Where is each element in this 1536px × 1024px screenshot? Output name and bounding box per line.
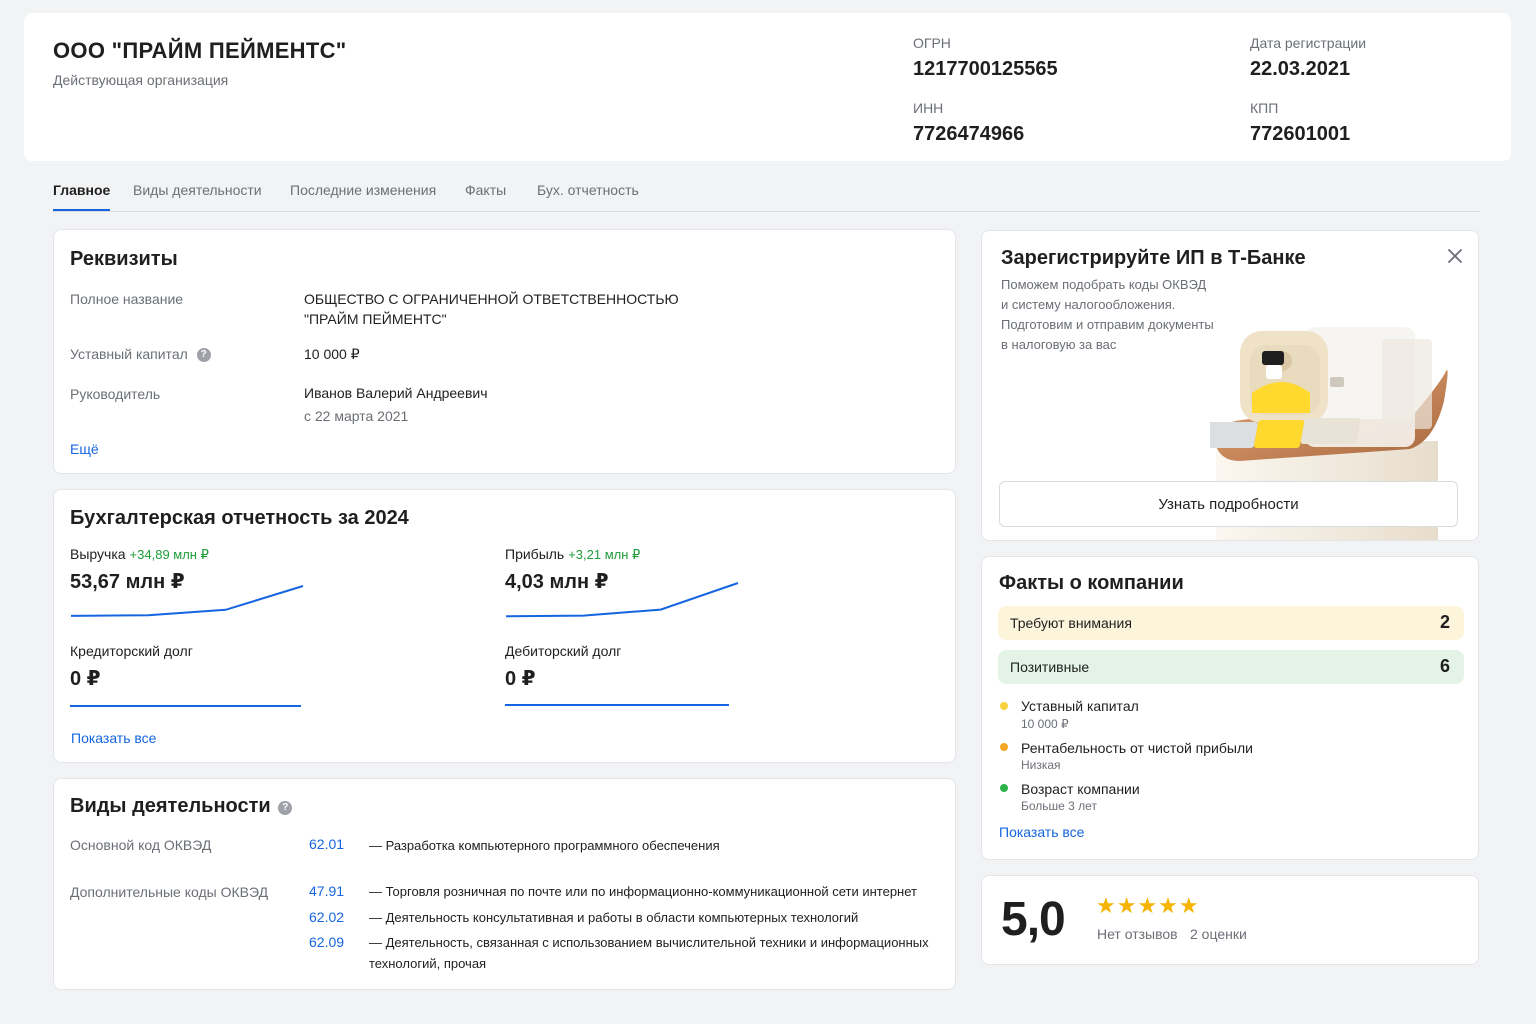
requisites-more-link[interactable]: Ещё — [70, 441, 99, 457]
attention-label: Требуют внимания — [1010, 615, 1132, 631]
okved-code[interactable]: 62.01 — [309, 836, 344, 852]
inn-label: ИНН — [913, 100, 944, 116]
accounting-title: Бухгалтерская отчетность за 2024 — [70, 507, 409, 529]
promo-text-line2: и систему налогообложения. — [1001, 297, 1176, 312]
promo-text: Поможем подобрать коды ОКВЭД и систему н… — [1001, 275, 1241, 355]
requisites-title: Реквизиты — [70, 248, 178, 270]
reviews-link[interactable]: Нет отзывов — [1097, 926, 1178, 942]
fact-dot — [1000, 702, 1008, 710]
ogrn-value: 1217700125565 — [913, 58, 1058, 80]
activities-title: Виды деятельности ? — [70, 795, 293, 818]
tab-bar: Главное Виды деятельности Последние изме… — [53, 176, 1480, 212]
revenue-delta: +34,89 млн ₽ — [129, 547, 209, 562]
okved-desc: — Разработка компьютерного программного … — [369, 838, 720, 853]
attention-count: 2 — [1439, 612, 1450, 632]
positive-facts-bar[interactable]: Позитивные 6 — [998, 650, 1464, 684]
help-icon[interactable]: ? — [278, 801, 293, 815]
accounting-card: Бухгалтерская отчетность за 2024 Выручка… — [53, 489, 956, 763]
profit-trend-line — [505, 582, 739, 618]
full-name-label: Полное название — [70, 291, 184, 307]
capital-label: Уставный капитал ? — [70, 346, 211, 363]
kpp-value: 772601001 — [1250, 123, 1351, 145]
learn-more-button[interactable]: Узнать подробности — [999, 481, 1458, 527]
full-name-value: ОБЩЕСТВО С ОГРАНИЧЕННОЙ ОТВЕТСТВЕННОСТЬЮ… — [304, 289, 679, 329]
positive-label: Позитивные — [1010, 659, 1090, 675]
revenue-label-text: Выручка — [70, 546, 126, 562]
activities-card: Виды деятельности ? Основной код ОКВЭД 6… — [53, 778, 956, 990]
inn-value: 7726474966 — [913, 123, 1025, 145]
capital-value: 10 000 ₽ — [304, 346, 360, 362]
star-icon: ★★★★★ — [1096, 893, 1200, 918]
positive-count: 6 — [1439, 656, 1450, 676]
rating-value: 5,0 — [1001, 893, 1066, 946]
fact-title: Уставный капитал — [1021, 698, 1139, 714]
revenue-trend-line — [70, 585, 304, 617]
promo-text-line3: Подготовим и отправим документы — [1001, 317, 1214, 332]
director-since: с 22 марта 2021 — [304, 408, 409, 424]
okved-code[interactable]: 62.02 — [309, 909, 344, 925]
ratings-count: 2 оценки — [1190, 926, 1247, 942]
fact-title: Возраст компании — [1021, 781, 1140, 797]
tab-activities[interactable]: Виды деятельности — [133, 182, 262, 198]
facts-show-all-link[interactable]: Показать все — [999, 824, 1084, 840]
promo-card: Зарегистрируйте ИП в Т-Банке Поможем под… — [981, 230, 1479, 541]
promo-title: Зарегистрируйте ИП в Т-Банке — [1001, 247, 1306, 269]
company-name: ООО "ПРАЙМ ПЕЙМЕНТС" — [53, 38, 347, 63]
fact-sub: Больше 3 лет — [1021, 799, 1097, 813]
fact-title: Рентабельность от чистой прибыли — [1021, 740, 1253, 756]
attention-facts-bar[interactable]: Требуют внимания 2 — [998, 606, 1464, 640]
promo-text-line4: в налоговую за вас — [1001, 337, 1117, 352]
reg-date-label: Дата регистрации — [1250, 35, 1367, 51]
payables-label: Кредиторский долг — [70, 643, 193, 659]
kpp-label: КПП — [1250, 100, 1279, 116]
okved-code[interactable]: 62.09 — [309, 934, 344, 950]
accounting-show-all-link[interactable]: Показать все — [71, 730, 156, 746]
director-name[interactable]: Иванов Валерий Андреевич — [304, 383, 488, 403]
company-status: Действующая организация — [53, 72, 229, 88]
profit-sparkline — [505, 582, 739, 618]
revenue-sparkline — [70, 585, 304, 617]
okved-desc: — Деятельность консультативная и работы … — [369, 910, 859, 925]
full-name-line2: "ПРАЙМ ПЕЙМЕНТС" — [304, 311, 447, 327]
tab-main[interactable]: Главное — [53, 182, 111, 211]
okved-desc: — Торговля розничная по почте или по инф… — [369, 884, 917, 899]
fact-sub: Низкая — [1021, 758, 1061, 772]
profit-delta: +3,21 млн ₽ — [568, 547, 641, 562]
close-icon[interactable] — [1444, 245, 1466, 267]
company-header: ООО "ПРАЙМ ПЕЙМЕНТС" Действующая организ… — [24, 13, 1511, 161]
capital-label-text: Уставный капитал — [70, 346, 188, 362]
okved-desc: — Деятельность, связанная с использовани… — [369, 932, 929, 974]
receivables-label: Дебиторский долг — [505, 643, 622, 659]
main-okved-label: Основной код ОКВЭД — [70, 837, 212, 853]
tab-facts[interactable]: Факты — [465, 182, 506, 198]
extra-okved-label: Дополнительные коды ОКВЭД — [70, 884, 269, 900]
fact-dot — [1000, 743, 1008, 751]
revenue-label: Выручка +34,89 млн ₽ — [70, 546, 209, 563]
receivables-value: 0 ₽ — [505, 668, 536, 690]
okved-desc-line1: — Деятельность, связанная с использовани… — [369, 935, 929, 950]
profit-label: Прибыль +3,21 млн ₽ — [505, 546, 640, 563]
tab-recent-changes[interactable]: Последние изменения — [290, 182, 436, 198]
full-name-line1: ОБЩЕСТВО С ОГРАНИЧЕННОЙ ОТВЕТСТВЕННОСТЬЮ — [304, 291, 679, 307]
activities-title-text: Виды деятельности — [70, 795, 271, 817]
fact-dot — [1000, 784, 1008, 792]
rating-card: 5,0 ★★★★★ Нет отзывов 2 оценки — [981, 875, 1479, 965]
facts-title: Факты о компании — [999, 572, 1184, 594]
payables-trend-line — [70, 705, 301, 707]
reg-date-value: 22.03.2021 — [1250, 58, 1351, 80]
ogrn-label: ОГРН — [913, 35, 951, 51]
fact-sub: 10 000 ₽ — [1021, 717, 1069, 731]
help-icon[interactable]: ? — [196, 348, 211, 363]
okved-code[interactable]: 47.91 — [309, 883, 344, 899]
payables-value: 0 ₽ — [70, 668, 101, 690]
okved-desc-line2: технологий, прочая — [369, 956, 487, 971]
profit-label-text: Прибыль — [505, 546, 565, 562]
promo-text-line1: Поможем подобрать коды ОКВЭД — [1001, 277, 1207, 292]
director-label: Руководитель — [70, 386, 161, 402]
facts-card: Факты о компании Требуют внимания 2 Пози… — [981, 556, 1479, 860]
requisites-card: Реквизиты Полное название ОБЩЕСТВО С ОГР… — [53, 229, 956, 474]
receivables-trend-line — [505, 704, 729, 706]
tab-accounting[interactable]: Бух. отчетность — [537, 182, 639, 198]
